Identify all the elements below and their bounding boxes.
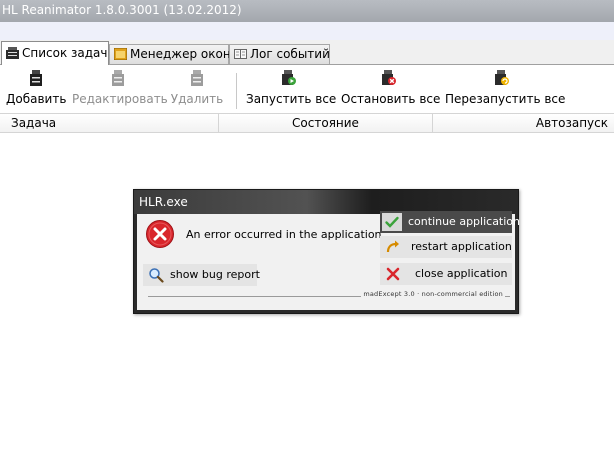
restart-arrow-icon [386,240,399,253]
madexcept-footer: madExcept 3.0 · non-commercial edition [361,290,505,298]
checkmark-icon [385,216,399,228]
column-header-state[interactable]: Состояние [219,114,433,132]
start-all-icon [282,70,296,85]
window-title-bar[interactable]: HL Reanimator 1.8.0.3001 (13.02.2012) [0,0,614,22]
edit-task-icon [112,70,124,86]
stop-all-label: Остановить все [341,92,441,106]
column-header-label: Автозапуск [535,116,608,130]
tab-label: Менеджер окон [130,47,231,61]
tab-event-log[interactable]: Лог событий [229,44,330,64]
continue-application-label: continue application [408,215,521,228]
continue-application-button[interactable]: continue application [380,211,520,233]
delete-label: Удалить [170,92,224,106]
task-list-icon [6,47,19,59]
add-task-icon [30,70,42,86]
show-bug-report-label: show bug report [170,268,260,281]
stop-all-button[interactable]: Остановить все [341,70,441,110]
column-header-label: Состояние [292,116,359,130]
tab-task-list[interactable]: Список задач [1,41,109,65]
edit-label: Редактировать [72,92,168,106]
task-table-header: Задача Состояние Автозапуск [0,113,614,133]
restart-application-label: restart application [411,240,512,253]
column-header-label: Задача [11,116,57,130]
tab-label: Список задач [22,46,108,60]
restart-application-button[interactable]: restart application [380,236,512,258]
delete-task-icon [191,70,203,86]
dialog-title: HLR.exe [139,195,188,209]
toolbar-separator [236,73,237,109]
column-header-task[interactable]: Задача [0,114,219,132]
window-manager-icon [114,48,127,60]
event-log-icon [234,49,247,59]
window-title: HL Reanimator 1.8.0.3001 (13.02.2012) [2,3,242,17]
add-button[interactable]: Добавить [6,70,66,110]
start-all-button[interactable]: Запустить все [246,70,337,110]
delete-button[interactable]: Удалить [170,70,224,110]
magnifier-icon [149,268,164,283]
tab-label: Лог событий [250,47,330,61]
dialog-body: An error occurred in the application. sh… [137,211,520,310]
stop-all-icon [382,70,396,85]
error-dialog: HLR.exe An error occurred in the applica… [133,189,520,314]
error-icon [146,220,174,248]
toolbar: Добавить Редактировать Удалить Запустить… [0,65,614,113]
add-label: Добавить [6,92,67,106]
menu-strip [0,22,614,41]
restart-all-icon [495,70,509,85]
tab-window-manager[interactable]: Менеджер окон [109,44,231,64]
show-bug-report-button[interactable]: show bug report [143,264,260,286]
error-message: An error occurred in the application. [186,228,386,241]
restart-all-button[interactable]: Перезапустить все [445,70,566,110]
close-application-label: close application [415,267,508,280]
restart-all-label: Перезапустить все [445,92,566,106]
tab-bar: Список задач Менеджер окон Лог событий [0,40,614,65]
close-application-button[interactable]: close application [380,263,512,285]
column-header-autostart[interactable]: Автозапуск [433,114,614,132]
edit-button[interactable]: Редактировать [72,70,168,110]
start-all-label: Запустить все [246,92,337,106]
close-icon [386,267,400,281]
